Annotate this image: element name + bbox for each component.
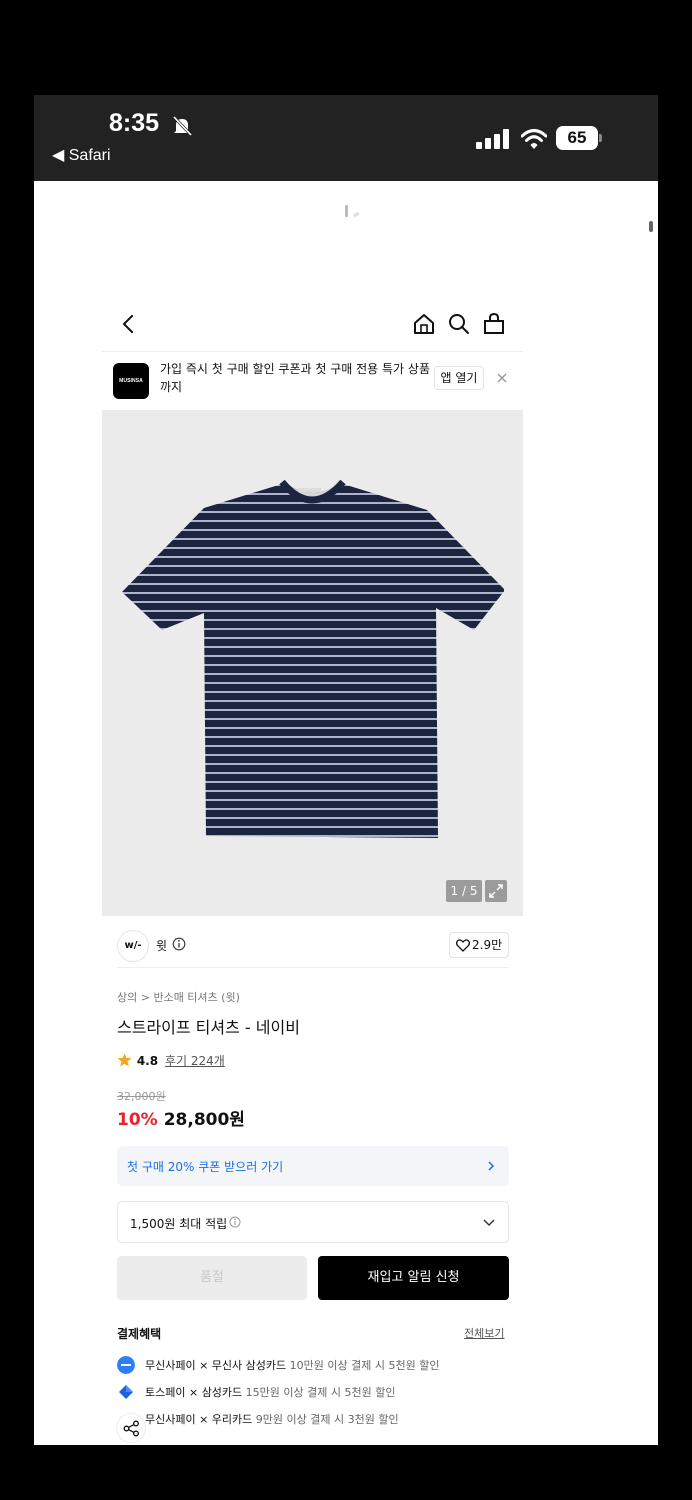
product-image-gallery[interactable]: 1 / 5 [102, 410, 523, 916]
open-app-button[interactable]: 앱 열기 [434, 366, 484, 390]
close-icon[interactable] [495, 371, 509, 385]
bell-muted-icon [172, 115, 193, 137]
restock-alert-button[interactable]: 재입고 알림 신청 [318, 1256, 509, 1300]
info-icon[interactable] [172, 937, 186, 951]
price-line: 10% 28,800원 [117, 1105, 245, 1130]
status-bar: 8:35 ◀ Safari 65 [34, 95, 658, 181]
home-icon[interactable] [411, 311, 437, 337]
brand-row: w/- 윗 2.9만 [117, 928, 509, 968]
battery-tip [599, 134, 602, 142]
sold-out-button[interactable]: 품절 [117, 1256, 307, 1300]
breadcrumb[interactable]: 상의 > 반소매 티셔츠 (윗) [117, 989, 240, 1005]
product-title: 스트라이프 티셔츠 - 네이비 [117, 1018, 300, 1037]
image-counter: 1 / 5 [446, 880, 482, 902]
rating-row[interactable]: 4.8 후기 224개 [117, 1052, 225, 1069]
like-button[interactable]: 2.9만 [449, 932, 509, 958]
back-icon[interactable] [116, 311, 142, 337]
payment-benefit-text: 토스페이 × 삼성카드 15만원 이상 결제 시 5천원 할인 [145, 1386, 396, 1399]
product-image-tshirt [122, 480, 504, 838]
heart-icon [456, 939, 470, 952]
promo-text: 가입 즉시 첫 구매 할인 쿠폰과 첫 구매 전용 특가 상품까지 [160, 362, 430, 394]
browser-viewport: MUSINSA 가입 즉시 첫 구매 할인 쿠폰과 첫 구매 전용 특가 상품까… [34, 181, 658, 1445]
rating-score: 4.8 [136, 1054, 159, 1068]
like-count: 2.9만 [472, 938, 503, 952]
review-count-link[interactable]: 후기 224개 [165, 1054, 225, 1068]
points-dropdown[interactable]: 1,500원 최대 적립 [117, 1201, 509, 1243]
payment-benefit-text: 무신사페이 × 무신사 삼성카드 10만원 이상 결제 시 5천원 할인 [145, 1359, 440, 1372]
loading-spinner-icon [345, 205, 360, 217]
coupon-label: 첫 구매 20% 쿠폰 받으러 가기 [127, 1160, 284, 1174]
original-price: 32,000원 [117, 1090, 166, 1103]
back-to-safari-link[interactable]: ◀ Safari [52, 145, 111, 165]
battery-indicator: 65 [556, 126, 602, 150]
points-label: 1,500원 최대 적립 [130, 1217, 228, 1231]
payment-benefit-text: 무신사페이 × 우리카드 9만원 이상 결제 시 3천원 할인 [145, 1413, 399, 1426]
musinsa-pay-icon [117, 1356, 135, 1374]
star-icon [117, 1053, 132, 1067]
musinsa-logo: MUSINSA [113, 363, 149, 399]
battery-level: 65 [556, 126, 598, 150]
payment-benefit-row: 무신사페이 × 우리카드 9만원 이상 결제 시 3천원 할인 [117, 1408, 509, 1428]
brand-name[interactable]: 윗 [156, 937, 167, 954]
cellular-signal-icon [476, 129, 509, 149]
top-navigation [102, 297, 523, 352]
view-all-link[interactable]: 전체보기 [464, 1325, 504, 1341]
status-time: 8:35 [109, 109, 160, 137]
chevron-right-icon [488, 1161, 495, 1171]
sale-price: 28,800원 [163, 1110, 245, 1130]
bag-icon[interactable] [481, 311, 507, 337]
brand-logo[interactable]: w/- [117, 930, 149, 962]
wifi-icon [521, 129, 547, 149]
share-button[interactable] [116, 1413, 146, 1443]
toss-pay-icon [119, 1385, 133, 1399]
app-promo-banner: MUSINSA 가입 즉시 첫 구매 할인 쿠폰과 첫 구매 전용 특가 상품까… [102, 352, 523, 407]
payment-benefit-row: 토스페이 × 삼성카드 15만원 이상 결제 시 5천원 할인 [117, 1381, 509, 1401]
product-page: MUSINSA 가입 즉시 첫 구매 할인 쿠폰과 첫 구매 전용 특가 상품까… [102, 297, 523, 1445]
scroll-indicator[interactable] [649, 221, 653, 232]
chevron-down-icon [483, 1219, 495, 1226]
payment-benefit-row: 무신사페이 × 무신사 삼성카드 10만원 이상 결제 시 5천원 할인 [117, 1354, 509, 1374]
info-icon[interactable] [229, 1216, 241, 1228]
share-icon [123, 1420, 139, 1437]
first-purchase-coupon-link[interactable]: 첫 구매 20% 쿠폰 받으러 가기 [117, 1146, 509, 1186]
discount-rate: 10% [117, 1110, 158, 1130]
search-icon[interactable] [446, 311, 472, 337]
expand-image-icon[interactable] [485, 880, 507, 902]
payment-benefits-heading: 결제혜택 [117, 1327, 162, 1341]
